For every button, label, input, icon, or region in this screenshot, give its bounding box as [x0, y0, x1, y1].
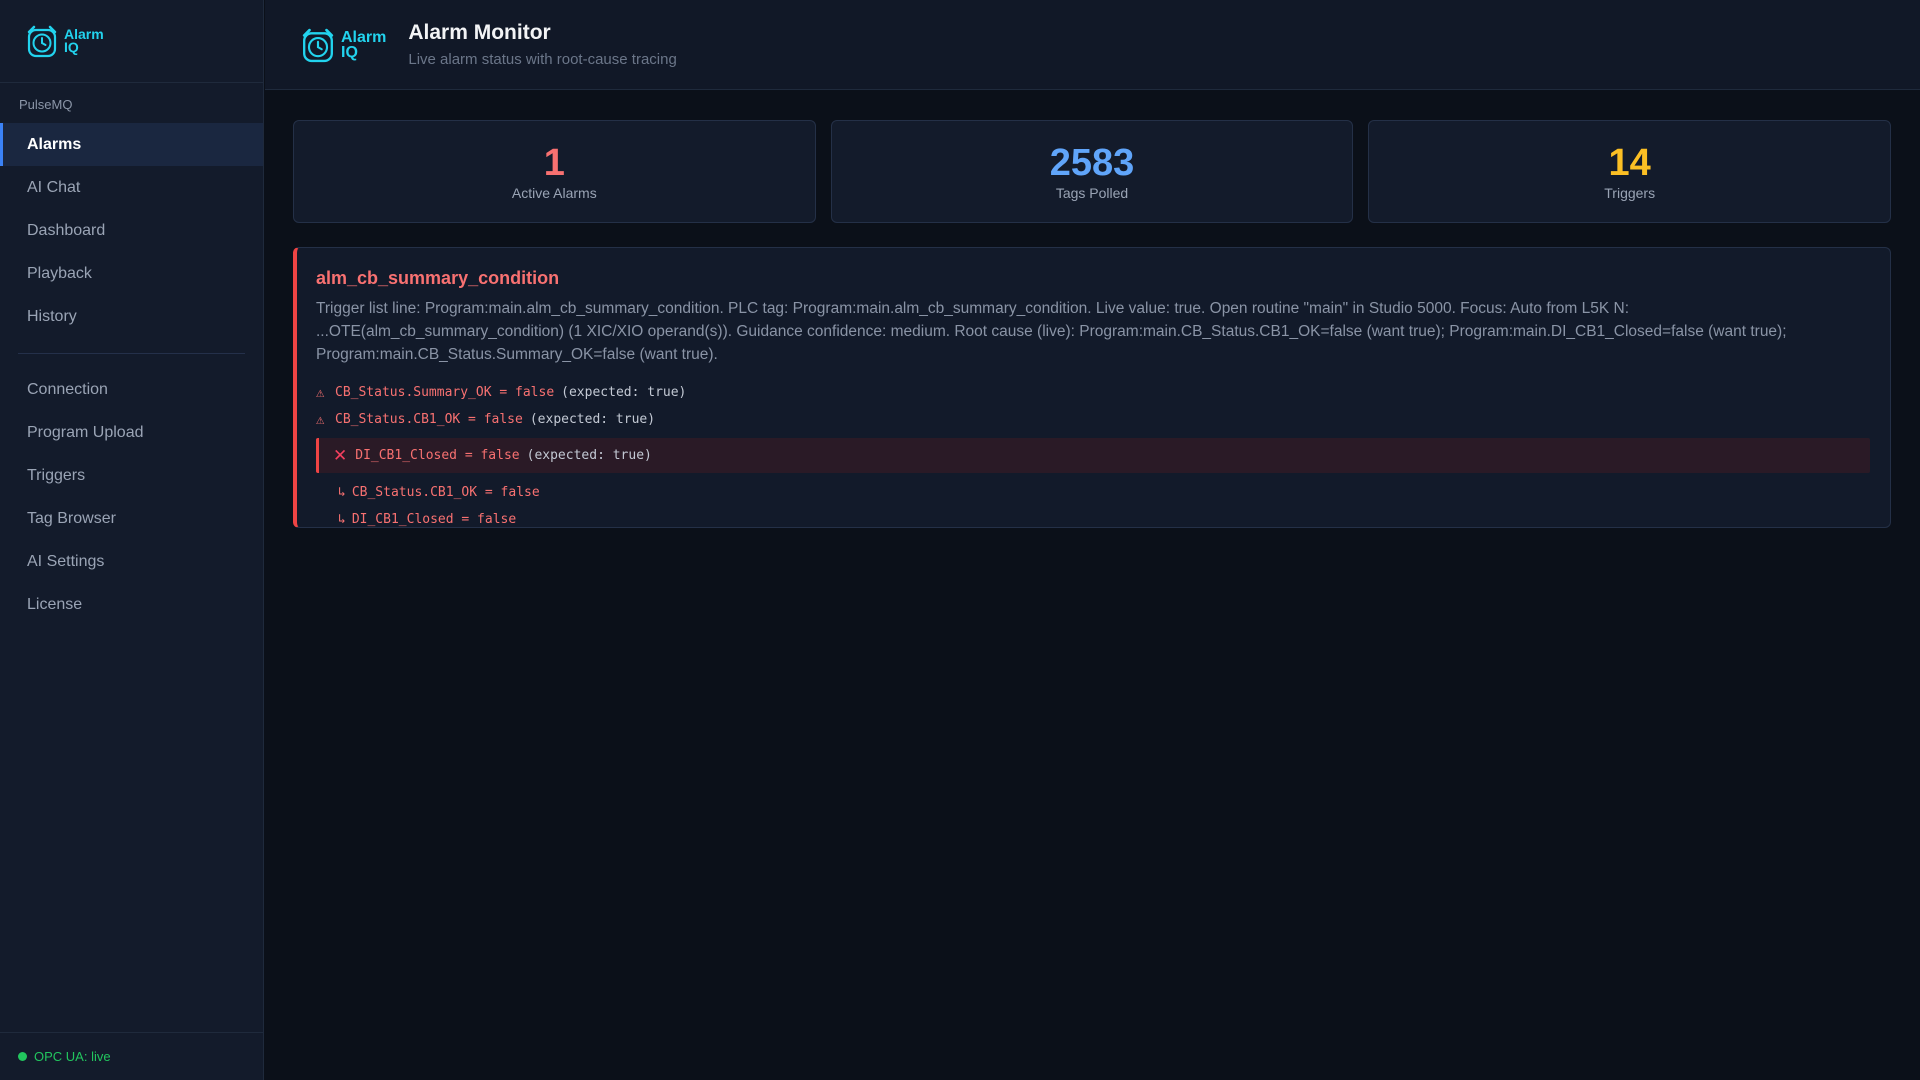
close-x-icon: ✕: [333, 445, 348, 466]
child-condition-row: ↳ CB_Status.CB1_OK = false: [338, 479, 1870, 506]
nav-divider: [18, 353, 245, 354]
stat-card-active-alarms: 1 Active Alarms: [293, 120, 816, 223]
root-cause-row: ✕ DI_CB1_Closed = false (expected: true): [316, 438, 1870, 473]
branch-arrow-icon: ↳: [338, 512, 346, 527]
root-cause-expected: (expected: true): [526, 448, 652, 463]
sidebar-item-ai-settings[interactable]: AI Settings: [0, 540, 263, 583]
sidebar-item-history[interactable]: History: [0, 295, 263, 338]
status-dot-icon: [18, 1052, 27, 1061]
alarm-clock-icon: [27, 25, 57, 58]
logo-text: Alarm IQ: [64, 27, 104, 55]
sidebar-item-ai-chat[interactable]: AI Chat: [0, 166, 263, 209]
stat-card-triggers: 14 Triggers: [1368, 120, 1892, 223]
connection-status-text: OPC UA: live: [34, 1049, 111, 1064]
warning-icon: ⚠: [316, 411, 325, 428]
logo-text-line1: Alarm: [341, 28, 387, 46]
condition-expression: CB_Status.Summary_OK = false: [335, 385, 555, 400]
stat-value: 2583: [1049, 141, 1135, 184]
condition-list: ⚠ CB_Status.Summary_OK = false (expected…: [316, 379, 1870, 473]
stat-label: Triggers: [1604, 184, 1656, 201]
stat-label: Tags Polled: [1055, 184, 1129, 201]
sidebar-item-connection[interactable]: Connection: [0, 368, 263, 411]
stat-value: 14: [1608, 141, 1651, 184]
stat-label: Active Alarms: [511, 184, 597, 201]
warning-icon: ⚠: [316, 384, 325, 401]
org-name: PulseMQ: [19, 97, 73, 112]
stat-value: 1: [543, 141, 565, 184]
logo-text-line2: IQ: [64, 39, 79, 55]
alarm-card[interactable]: alm_cb_summary_condition Trigger list li…: [293, 247, 1891, 528]
page-subtitle: Live alarm status with root-cause tracin…: [408, 51, 677, 68]
root-cause-expression: DI_CB1_Closed = false: [355, 448, 520, 463]
sidebar: Alarm IQ PulseMQ Alarms AI Chat Dashboar…: [0, 0, 264, 1080]
page-header: Alarm IQ Alarm Monitor Live alarm status…: [265, 0, 1920, 90]
child-condition-row: ↳ DI_CB1_Closed = false: [338, 506, 1870, 533]
connection-status: OPC UA: live: [0, 1032, 263, 1080]
sidebar-item-playback[interactable]: Playback: [0, 252, 263, 295]
child-condition-expression: DI_CB1_Closed = false: [351, 512, 517, 527]
alarm-description: Trigger list line: Program:main.alm_cb_s…: [316, 300, 1787, 363]
sidebar-item-triggers[interactable]: Triggers: [0, 454, 263, 497]
condition-expression: CB_Status.CB1_OK = false: [335, 412, 523, 427]
stat-card-tags-polled: 2583 Tags Polled: [830, 120, 1354, 223]
alarm-clock-icon: [302, 28, 334, 62]
sidebar-nav: Alarms AI Chat Dashboard Playback Histor…: [0, 123, 263, 626]
sidebar-item-program-upload[interactable]: Program Upload: [0, 411, 263, 454]
header-logo-text: Alarm IQ: [341, 28, 387, 61]
sidebar-item-tag-browser[interactable]: Tag Browser: [0, 497, 263, 540]
condition-expected: (expected: true): [529, 412, 656, 427]
child-condition-expression: CB_Status.CB1_OK = false: [351, 485, 540, 500]
sidebar-item-alarms[interactable]: Alarms: [0, 123, 263, 166]
header-titles: Alarm Monitor Live alarm status with roo…: [408, 21, 676, 68]
condition-row: ⚠ CB_Status.CB1_OK = false (expected: tr…: [316, 406, 1870, 433]
alarm-title: alm_cb_summary_condition: [316, 268, 560, 288]
logo-text-line2: IQ: [341, 43, 358, 61]
condition-row: ⚠ CB_Status.Summary_OK = false (expected…: [316, 379, 1870, 406]
sidebar-item-license[interactable]: License: [0, 583, 263, 626]
page-title: Alarm Monitor: [408, 21, 551, 44]
sidebar-item-dashboard[interactable]: Dashboard: [0, 209, 263, 252]
condition-expected: (expected: true): [561, 385, 687, 400]
root-cause-children: ↳ CB_Status.CB1_OK = false ↳ DI_CB1_Clos…: [316, 479, 1870, 533]
stats-row: 1 Active Alarms 2583 Tags Polled 14 Trig…: [293, 120, 1892, 223]
sidebar-logo[interactable]: Alarm IQ: [0, 0, 263, 83]
branch-arrow-icon: ↳: [338, 485, 346, 500]
